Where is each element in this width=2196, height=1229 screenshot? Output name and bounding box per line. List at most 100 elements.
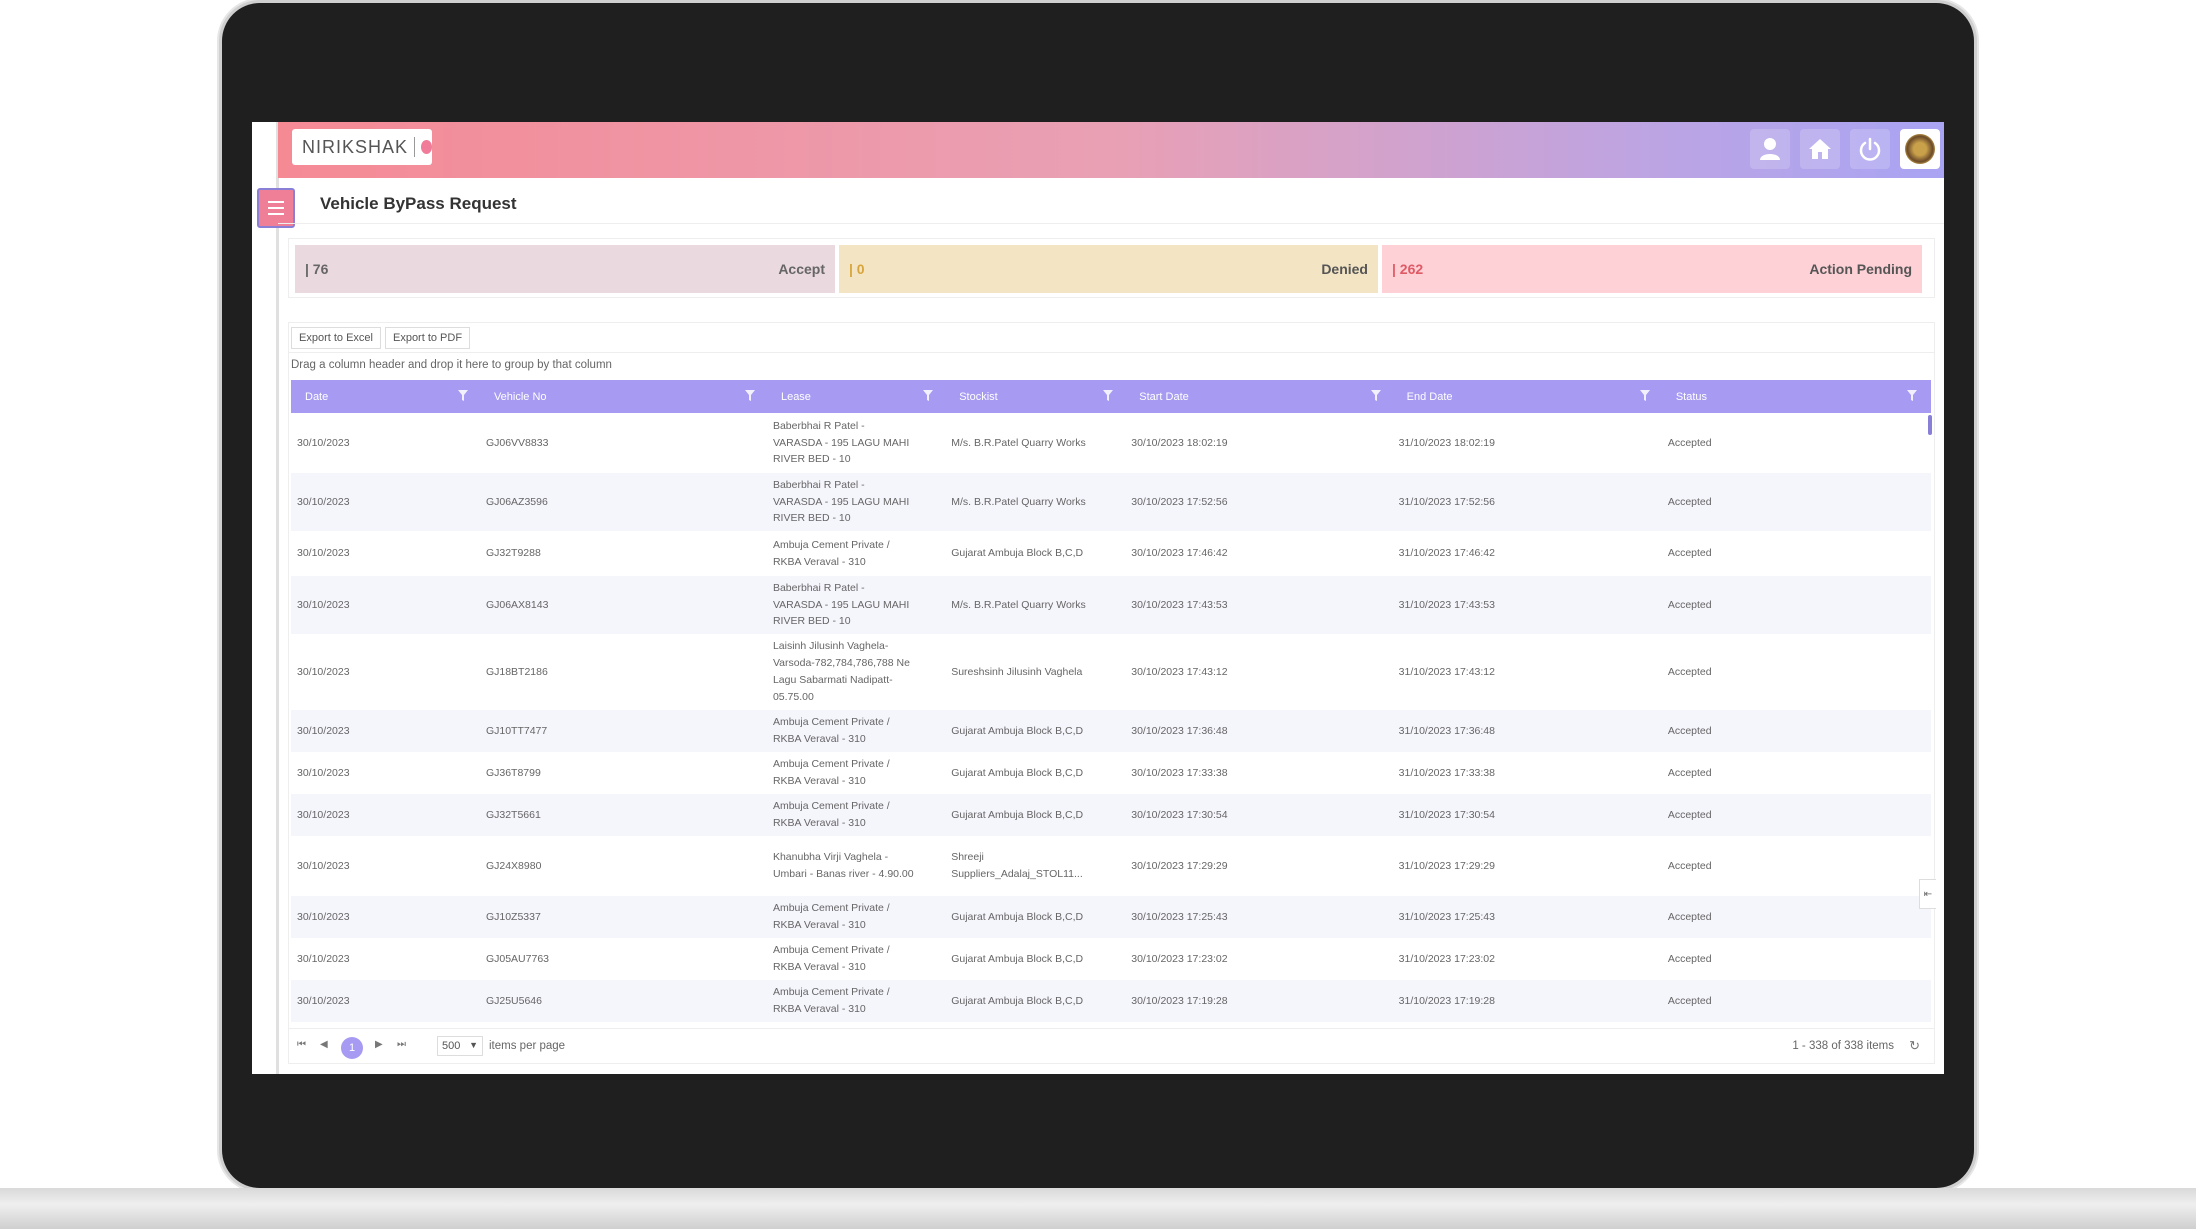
hamburger-icon [268,201,284,203]
cell-text: 30/10/2023 [297,952,350,965]
cell-date: 30/10/2023 [297,576,450,634]
header-col-stockist[interactable]: Stockist [959,380,1109,413]
org-avatar[interactable] [1900,129,1940,169]
table-row[interactable]: 30/10/2023 GJ18BT2186 Laisinh Jilusinh Vag… [291,634,1931,710]
stat-action-pending[interactable]: | 262 Action Pending [1382,245,1922,293]
cell-end-date: 31/10/2023 17:52:56 [1399,473,1632,531]
cell-text: 31/10/2023 17:23:02 [1398,952,1495,965]
cell-text: GJ10Z5337 [485,910,541,923]
cell-status: Accepted [1668,836,1899,896]
cell-start-date: 30/10/2023 17:23:02 [1131,938,1362,980]
cell-status: Accepted [1668,752,1899,794]
table-row[interactable]: 30/10/2023 GJ06AZ3596 Baberbhai R Patel - … [291,473,1931,531]
menu-toggle-button[interactable] [257,188,295,228]
table-row[interactable]: 30/10/2023 GJ06AX8143 Baberbhai R Patel - … [291,576,1931,634]
header-col-date[interactable]: Date [305,380,464,413]
cell-stockist: Gujarat Ambuja Block B,C,D [951,752,1095,794]
table-row[interactable]: 30/10/2023 GJ24X8980 Khanubha Virji Vaghel… [291,836,1931,896]
table-row[interactable]: 30/10/2023 GJ32T5661 Ambuja Cement Private… [291,794,1931,836]
top-bar: NIRIKSHAK [278,122,1944,178]
header-col-lease[interactable]: Lease [781,380,929,413]
page-title: Vehicle ByPass Request [320,194,517,213]
table-row[interactable]: 30/10/2023 GJ10Z5337 Ambuja Cement Private… [291,896,1931,938]
cell-end-date: 31/10/2023 17:36:48 [1399,710,1632,752]
header-col-vehicle-no[interactable]: Vehicle No [494,380,751,413]
next-page-icon[interactable]: ▶ [375,1039,383,1050]
cell-date: 30/10/2023 [297,980,450,1022]
filter-icon[interactable] [1907,390,1918,402]
last-page-icon[interactable]: ⏭ [397,1039,406,1050]
cell-text: Ambuja Cement Private / RKBA Veraval - 3… [772,758,890,787]
cell-date: 30/10/2023 [297,710,450,752]
filter-icon[interactable] [1370,390,1381,402]
export-excel-button[interactable]: Export to Excel [291,327,381,349]
cell-text: M/s. B.R.Patel Quarry Works [951,495,1086,508]
cell-lease: Ambuja Cement Private / RKBA Veraval - 3… [773,752,915,794]
cell-text: Accepted [1667,808,1712,821]
cell-text: Baberbhai R Patel - VARASDA - 195 LAGU M… [772,581,910,628]
cell-start-date: 30/10/2023 17:46:42 [1131,531,1362,576]
cell-text: Accepted [1667,598,1712,611]
logout-button[interactable] [1850,129,1890,169]
cell-end-date: 31/10/2023 17:33:38 [1399,752,1632,794]
header-col-status[interactable]: Status [1676,380,1913,413]
grid-pager: ⏮ ◀ 1 ▶ ⏭ 500 ▼ items per page 1 - 338 o… [289,1028,1934,1065]
cell-text: GJ25U5646 [485,994,542,1007]
cell-text: 31/10/2023 17:30:54 [1398,808,1495,821]
cell-vehicle-no: GJ06VV8833 [486,413,737,473]
cell-text: 30/10/2023 [297,547,350,560]
cell-status: Accepted [1668,576,1899,634]
current-page-button[interactable]: 1 [341,1037,363,1059]
stat-denied[interactable]: | 0 Denied [839,245,1378,293]
cell-stockist: M/s. B.R.Patel Quarry Works [951,413,1095,473]
refresh-icon[interactable]: ↻ [1909,1038,1920,1054]
filter-icon[interactable] [457,390,468,402]
cell-start-date: 30/10/2023 17:29:29 [1131,836,1362,896]
prev-page-icon[interactable]: ◀ [320,1039,328,1050]
hamburger-line [268,213,284,215]
cell-text: 30/10/2023 17:29:29 [1131,859,1228,872]
home-button[interactable] [1800,129,1840,169]
laptop-frame: NIRIKSHAK Vehicle ByPass Request | 76 Ac… [222,3,1974,1188]
table-row[interactable]: 30/10/2023 GJ32T9288 Ambuja Cement Private… [291,531,1931,576]
filter-icon[interactable] [1103,390,1114,402]
cell-text: 30/10/2023 17:33:38 [1131,766,1228,779]
cell-text: Shreeji Suppliers_Adalaj_STOL11... [951,851,1083,880]
brand-logo[interactable]: NIRIKSHAK [292,129,432,165]
cell-text: Accepted [1667,547,1712,560]
cell-text: 31/10/2023 17:25:43 [1398,910,1495,923]
table-row[interactable]: 30/10/2023 GJ05AU7763 Ambuja Cement Privat… [291,938,1931,980]
cell-start-date: 30/10/2023 17:30:54 [1131,794,1362,836]
cell-lease: Ambuja Cement Private / RKBA Veraval - 3… [773,794,915,836]
cell-lease: Ambuja Cement Private / RKBA Veraval - 3… [773,980,915,1022]
cell-text: Accepted [1667,994,1712,1007]
filter-icon[interactable] [744,390,755,402]
cell-text: 30/10/2023 17:43:12 [1131,665,1228,678]
table-row[interactable]: 30/10/2023 GJ25U5646 Ambuja Cement Private… [291,980,1931,1022]
cell-end-date: 31/10/2023 17:30:54 [1399,794,1632,836]
user-profile-button[interactable] [1750,129,1790,169]
export-pdf-button[interactable]: Export to PDF [384,327,471,349]
cell-status: Accepted [1668,794,1899,836]
header-col-start-date[interactable]: Start Date [1139,380,1376,413]
filter-icon[interactable] [923,390,934,402]
group-panel-hint[interactable]: Drag a column header and drop it here to… [291,359,612,371]
header-col-end-date[interactable]: End Date [1407,380,1646,413]
first-page-icon[interactable]: ⏮ [297,1039,306,1050]
page-size-select[interactable]: 500 ▼ [437,1036,483,1056]
side-collapse-tab[interactable]: ⇤ [1919,879,1936,909]
seal-icon [1905,134,1935,164]
items-per-page-label: items per page [489,1040,566,1052]
cell-text: Gujarat Ambuja Block B,C,D [951,724,1084,737]
cell-vehicle-no: GJ10TT7477 [486,710,737,752]
table-row[interactable]: 30/10/2023 GJ36T8799 Ambuja Cement Private… [291,752,1931,794]
filter-icon[interactable] [1639,390,1650,402]
cell-stockist: Sureshsinh Jilusinh Vaghela [951,634,1095,710]
table-row[interactable]: 30/10/2023 GJ10TT7477 Ambuja Cement Privat… [291,710,1931,752]
grid-scrollbar[interactable] [1928,415,1932,435]
cell-text: 31/10/2023 17:33:38 [1398,766,1495,779]
stat-accept[interactable]: | 76 Accept [295,245,835,293]
cell-status: Accepted [1668,413,1899,473]
cell-text: 30/10/2023 17:23:02 [1131,952,1228,965]
table-row[interactable]: 30/10/2023 GJ06VV8833 Baberbhai R Patel - … [291,413,1931,473]
